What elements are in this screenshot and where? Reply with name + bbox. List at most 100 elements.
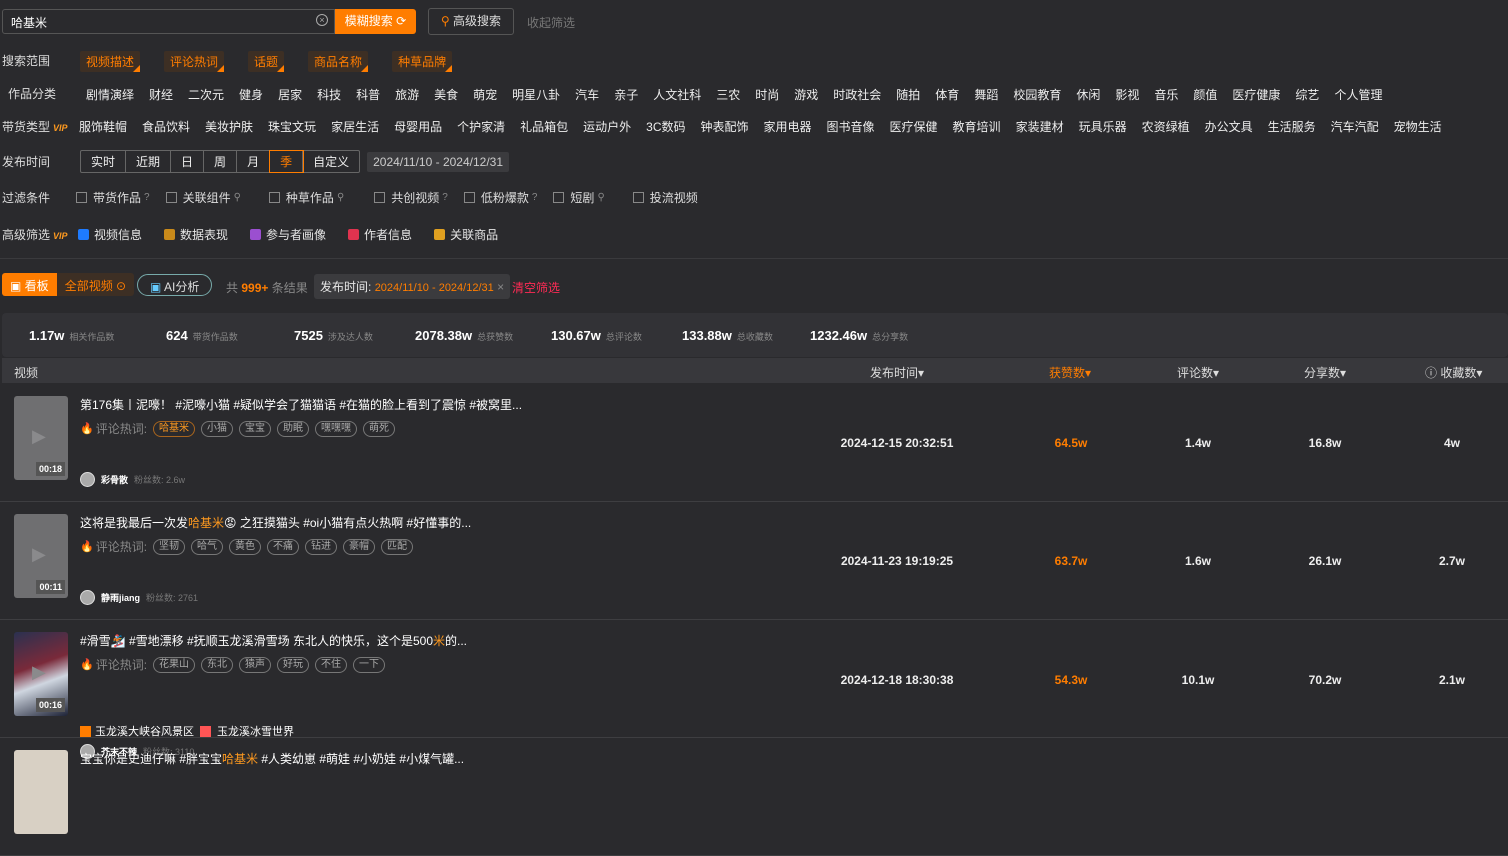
category-option[interactable]: 科技 bbox=[317, 86, 341, 103]
collapse-filters-link[interactable]: 收起筛选 bbox=[527, 14, 575, 31]
search-input[interactable]: 哈基米 × bbox=[2, 9, 335, 34]
poi-name[interactable]: 玉龙溪大峡谷风景区 bbox=[95, 723, 194, 739]
goods-option[interactable]: 图书音像 bbox=[827, 118, 875, 135]
keyword-tag[interactable]: 嘿嘿嘿 bbox=[315, 420, 358, 437]
filter-checkbox[interactable]: 投流视频 bbox=[632, 189, 698, 206]
filter-checkbox[interactable]: 关联组件 ⚲ bbox=[165, 189, 241, 206]
category-option[interactable]: 剧情演绎 bbox=[86, 86, 134, 103]
author-info[interactable]: 静雨jiang 粉丝数: 2761 bbox=[80, 590, 198, 605]
help-icon[interactable]: ? bbox=[442, 192, 448, 203]
board-toggle[interactable]: ▣ 看板 全部视频 ⊙ bbox=[2, 273, 135, 296]
category-option[interactable]: 二次元 bbox=[188, 86, 224, 103]
advanced-option[interactable]: 作者信息 bbox=[348, 226, 412, 243]
keyword-tag[interactable]: 萌死 bbox=[363, 420, 396, 437]
keyword-tag[interactable]: 匹配 bbox=[381, 538, 414, 555]
goods-option[interactable]: 美妆护肤 bbox=[205, 118, 253, 135]
advanced-option[interactable]: 关联商品 bbox=[434, 226, 498, 243]
goods-option[interactable]: 珠宝文玩 bbox=[268, 118, 316, 135]
time-option[interactable]: 周 bbox=[204, 151, 238, 172]
goods-option[interactable]: 农资绿植 bbox=[1142, 118, 1190, 135]
time-option[interactable]: 实时 bbox=[81, 151, 127, 172]
col-likes[interactable]: 获赞数▾ bbox=[1049, 364, 1091, 381]
keyword-tag[interactable]: 好玩 bbox=[277, 656, 310, 673]
table-row[interactable]: ▶ 00:16 #滑雪🏂 #雪地漂移 #抚顺玉龙溪滑雪场 东北人的快乐，这个是500… bbox=[0, 620, 1508, 759]
keyword-tag[interactable]: 哈基米 bbox=[153, 420, 196, 437]
category-option[interactable]: 美食 bbox=[434, 86, 458, 103]
goods-option[interactable]: 家装建材 bbox=[1016, 118, 1064, 135]
keyword-tag[interactable]: 坚韧 bbox=[153, 538, 186, 555]
filter-checkbox[interactable]: 种草作品 ⚲ bbox=[268, 189, 344, 206]
goods-option[interactable]: 母婴用品 bbox=[394, 118, 442, 135]
ai-analysis-button[interactable]: ▣ AI分析 bbox=[137, 274, 213, 296]
category-option[interactable]: 明星八卦 bbox=[512, 86, 560, 103]
scope-option[interactable]: 种草品牌 bbox=[392, 51, 453, 72]
category-option[interactable]: 科普 bbox=[356, 86, 380, 103]
goods-option[interactable]: 生活服务 bbox=[1268, 118, 1316, 135]
table-row[interactable]: ▶ 00:18 第176集丨泥嚎！ #泥嚎小猫 #疑似学会了猫猫语 #在猫的脸上看到… bbox=[0, 384, 1508, 502]
goods-option[interactable]: 钟表配饰 bbox=[700, 118, 748, 135]
category-option[interactable]: 萌宠 bbox=[473, 86, 497, 103]
goods-option[interactable]: 教育培训 bbox=[953, 118, 1001, 135]
goods-option[interactable]: 汽车汽配 bbox=[1331, 118, 1379, 135]
category-option[interactable]: 个人管理 bbox=[1334, 86, 1382, 103]
scope-option[interactable]: 评论热词 bbox=[164, 51, 225, 72]
search-icon[interactable]: ⚲ bbox=[597, 192, 604, 203]
video-title[interactable]: 宝宝你是史迪仔嘛 #胖宝宝哈基米 #人类幼崽 #萌娃 #小奶娃 #小煤气罐... bbox=[80, 750, 464, 767]
goods-option[interactable]: 玩具乐器 bbox=[1079, 118, 1127, 135]
keyword-tag[interactable]: 豪帽 bbox=[343, 538, 376, 555]
goods-option[interactable]: 医疗保健 bbox=[890, 118, 938, 135]
fuzzy-search-button[interactable]: 模糊搜索 ⟳ bbox=[335, 9, 416, 34]
scope-option[interactable]: 话题 bbox=[248, 51, 285, 72]
keyword-tag[interactable]: 宝宝 bbox=[239, 420, 272, 437]
keyword-tag[interactable]: 一下 bbox=[353, 656, 386, 673]
board-button[interactable]: ▣ 看板 bbox=[2, 273, 57, 296]
help-icon[interactable]: ? bbox=[144, 192, 150, 203]
filter-checkbox[interactable]: 短剧 ⚲ bbox=[553, 189, 605, 206]
category-option[interactable]: 综艺 bbox=[1295, 86, 1319, 103]
category-option[interactable]: 三农 bbox=[716, 86, 740, 103]
keyword-tag[interactable]: 不痛 bbox=[267, 538, 300, 555]
goods-option[interactable]: 宠物生活 bbox=[1394, 118, 1442, 135]
goods-option[interactable]: 3C数码 bbox=[646, 118, 685, 135]
category-option[interactable]: 健身 bbox=[239, 86, 263, 103]
category-option[interactable]: 校园教育 bbox=[1013, 86, 1061, 103]
checkbox-icon[interactable] bbox=[463, 192, 475, 203]
category-option[interactable]: 亲子 bbox=[614, 86, 638, 103]
goods-option[interactable]: 食品饮料 bbox=[142, 118, 190, 135]
keyword-tag[interactable]: 小猫 bbox=[201, 420, 234, 437]
category-option[interactable]: 影视 bbox=[1115, 86, 1139, 103]
table-row[interactable]: 宝宝你是史迪仔嘛 #胖宝宝哈基米 #人类幼崽 #萌娃 #小奶娃 #小煤气罐... bbox=[0, 738, 1508, 856]
goods-option[interactable]: 运动户外 bbox=[583, 118, 631, 135]
poi-name[interactable]: 玉龙溪冰雪世界 bbox=[217, 723, 294, 739]
search-icon[interactable]: ⚲ bbox=[234, 192, 241, 203]
goods-option[interactable]: 礼品箱包 bbox=[520, 118, 568, 135]
author-name[interactable]: 彩骨散 bbox=[101, 473, 128, 486]
table-row[interactable]: ▶ 00:11 这将是我最后一次发哈基米😡 之狂摸猫头 #oi小猫有点火热啊 #好懂… bbox=[0, 502, 1508, 620]
author-info[interactable]: 彩骨散 粉丝数: 2.6w bbox=[80, 472, 185, 487]
video-title[interactable]: 这将是我最后一次发哈基米😡 之狂摸猫头 #oi小猫有点火热啊 #好懂事的... bbox=[80, 514, 471, 531]
category-option[interactable]: 汽车 bbox=[575, 86, 599, 103]
filter-checkbox[interactable]: 带货作品? bbox=[76, 189, 150, 206]
video-title[interactable]: 第176集丨泥嚎！ #泥嚎小猫 #疑似学会了猫猫语 #在猫的脸上看到了震惊 #被… bbox=[80, 396, 522, 413]
col-favs[interactable]: ⓘ 收藏数▾ bbox=[1425, 364, 1482, 381]
keyword-tag[interactable]: 哈气 bbox=[191, 538, 224, 555]
date-range[interactable]: 2024/11/10 - 2024/12/31 bbox=[367, 151, 509, 172]
goods-option[interactable]: 家用电器 bbox=[764, 118, 812, 135]
help-icon[interactable]: ? bbox=[532, 192, 538, 203]
all-videos-dropdown[interactable]: 全部视频 ⊙ bbox=[56, 273, 135, 296]
time-option[interactable]: 近期 bbox=[126, 151, 172, 172]
keyword-tag[interactable]: 东北 bbox=[201, 656, 234, 673]
advanced-option[interactable]: 数据表现 bbox=[164, 226, 228, 243]
clear-filters-link[interactable]: 清空筛选 bbox=[512, 279, 560, 296]
category-option[interactable]: 游戏 bbox=[794, 86, 818, 103]
goods-option[interactable]: 办公文具 bbox=[1205, 118, 1253, 135]
advanced-search-button[interactable]: ⚲ 高级搜索 bbox=[428, 8, 514, 35]
checkbox-icon[interactable] bbox=[553, 192, 565, 203]
goods-option[interactable]: 个护家清 bbox=[457, 118, 505, 135]
keyword-tag[interactable]: 黄色 bbox=[229, 538, 262, 555]
checkbox-icon[interactable] bbox=[165, 192, 177, 203]
time-option[interactable]: 自定义 bbox=[303, 151, 359, 172]
video-thumbnail[interactable]: ▶ 00:11 bbox=[14, 514, 68, 598]
keyword-tag[interactable]: 钻进 bbox=[305, 538, 338, 555]
checkbox-icon[interactable] bbox=[632, 192, 644, 203]
